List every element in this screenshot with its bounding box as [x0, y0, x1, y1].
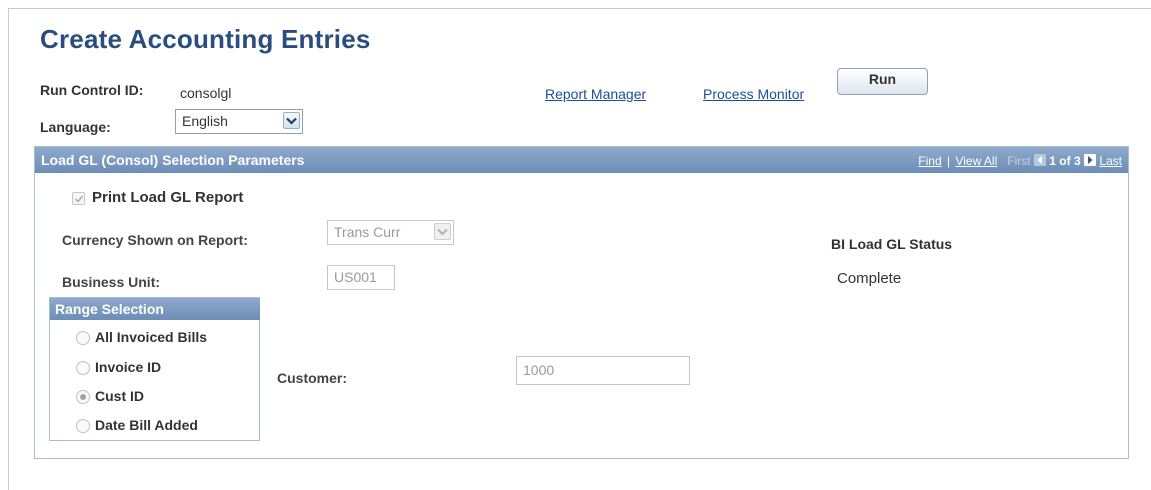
radio-label-all-invoiced-bills: All Invoiced Bills: [95, 329, 208, 345]
business-unit-field[interactable]: US001: [327, 265, 395, 290]
page-title: Create Accounting Entries: [40, 24, 371, 54]
language-select[interactable]: English: [175, 109, 303, 134]
run-control-value: consolgl: [180, 85, 232, 101]
nav-separator: |: [946, 154, 951, 168]
radio-label-cust-id: Cust ID: [95, 388, 144, 404]
customer-label: Customer:: [277, 370, 348, 386]
radio-selected-dot: [80, 394, 86, 400]
grid-navigation: Find | View All First 1 of 3 Last: [918, 154, 1122, 168]
print-report-label: Print Load GL Report: [92, 189, 244, 206]
print-report-checkbox[interactable]: [72, 192, 85, 205]
radio-invoice-id[interactable]: [76, 361, 90, 375]
radio-label-invoice-id: Invoice ID: [95, 359, 162, 375]
chevron-down-icon: [283, 112, 300, 129]
radio-date-bill-added[interactable]: [76, 419, 90, 433]
next-arrow-icon[interactable]: [1083, 154, 1096, 166]
run-button[interactable]: Run: [837, 68, 928, 95]
last-link[interactable]: Last: [1099, 154, 1122, 168]
chevron-down-icon: [434, 223, 451, 240]
language-selected: English: [182, 113, 228, 129]
view-all-link[interactable]: View All: [955, 154, 997, 168]
previous-arrow-icon[interactable]: [1033, 154, 1046, 166]
report-manager-link[interactable]: Report Manager: [545, 86, 646, 102]
language-label: Language:: [40, 119, 111, 135]
status-label: BI Load GL Status: [831, 236, 953, 252]
radio-cust-id[interactable]: [76, 390, 90, 404]
checkmark-icon: [74, 195, 84, 203]
first-label: First: [1007, 154, 1031, 168]
run-control-label: Run Control ID:: [40, 82, 144, 98]
currency-select[interactable]: Trans Curr: [327, 220, 454, 245]
currency-selected: Trans Curr: [334, 224, 401, 240]
range-selection-title: Range Selection: [50, 298, 260, 320]
status-value: Complete: [837, 270, 902, 287]
page-count: 1 of 3: [1049, 154, 1081, 168]
radio-all-invoiced-bills[interactable]: [76, 331, 90, 345]
customer-field[interactable]: 1000: [516, 356, 690, 385]
business-unit-label: Business Unit:: [62, 274, 161, 290]
radio-label-date-bill-added: Date Bill Added: [95, 417, 198, 433]
panel-header: Load GL (Consol) Selection Parameters Fi…: [35, 147, 1128, 173]
currency-label: Currency Shown on Report:: [62, 232, 248, 248]
find-link[interactable]: Find: [918, 154, 941, 168]
panel-title: Load GL (Consol) Selection Parameters: [41, 152, 305, 168]
process-monitor-link[interactable]: Process Monitor: [703, 86, 804, 102]
